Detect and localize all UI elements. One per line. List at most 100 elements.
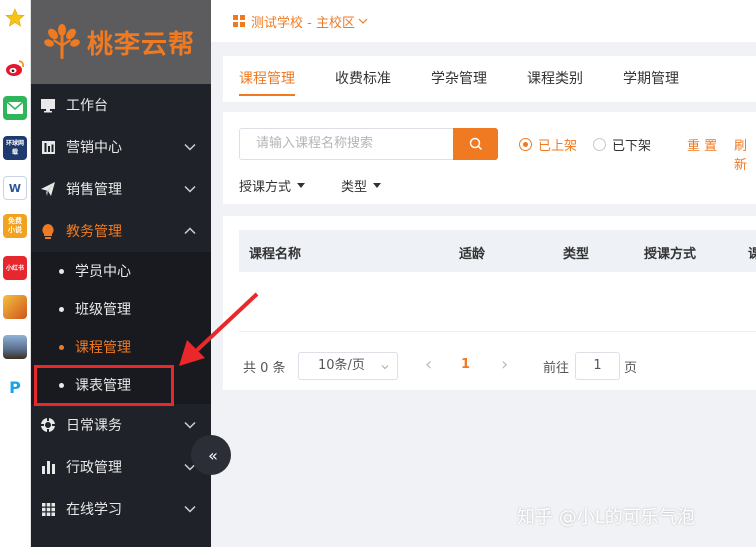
course-table: 课程名称 适龄 类型 授课方式 课 共 0 条 10条/页 ‹ 1 › 前往 1…: [223, 216, 756, 390]
chevron-up-icon: [184, 227, 196, 235]
tab-fee-standard[interactable]: 收费标准: [335, 56, 391, 96]
school-switcher[interactable]: 测试学校 - 主校区: [211, 0, 756, 42]
red-highlight-box: [34, 365, 174, 406]
table-header: 课程名称 适龄 类型 授课方式 课: [239, 230, 756, 272]
tab-course-management[interactable]: 课程管理: [239, 56, 295, 96]
brand-logo[interactable]: 桃李云帮: [31, 0, 211, 84]
dropdown-label: 类型: [341, 180, 368, 195]
game2-icon[interactable]: [3, 335, 27, 359]
sidebar-item-label: 营销中心: [66, 140, 122, 156]
sidebar-item-online-learning[interactable]: 在线学习: [31, 488, 211, 530]
bullet-dot: [59, 306, 64, 312]
radio-label: 已下架: [612, 139, 652, 154]
apps-grid-icon: [233, 15, 245, 27]
bullet-dot: [59, 268, 64, 274]
chevron-down-icon: [184, 421, 196, 429]
pagination: 共 0 条 10条/页 ‹ 1 › 前往 1 页: [223, 352, 756, 380]
sidebar-menu: 工作台 营销中心 销售管理 教务管理: [31, 84, 211, 252]
sidebar-item-admin[interactable]: 行政管理: [31, 446, 211, 488]
weibo-icon[interactable]: [3, 56, 27, 80]
watermark-text: 知乎 @小L的可乐气泡: [517, 507, 695, 528]
sidebar-item-sales[interactable]: 销售管理: [31, 168, 211, 210]
chevron-down-icon: [381, 365, 389, 370]
course-search-input[interactable]: 请输入课程名称搜索: [239, 128, 453, 160]
page-suffix: 页: [624, 361, 638, 376]
column-header[interactable]: 授课方式: [644, 243, 696, 262]
sidebar-item-label: 在线学习: [66, 502, 122, 518]
word-doc-label: W: [8, 181, 22, 195]
bookmark-strip: 环球网载 W 免费小说 小红书 P: [0, 0, 31, 547]
sidebar-subitem-students[interactable]: 学员中心: [31, 252, 211, 290]
radio-label: 已上架: [538, 139, 578, 154]
chevron-down-icon: [184, 505, 196, 513]
goto-page-input[interactable]: 1: [575, 352, 620, 380]
paper-plane-icon: [40, 181, 56, 197]
novel-icon[interactable]: 免费小说: [3, 214, 27, 238]
page-size-select[interactable]: 10条/页: [298, 352, 398, 380]
type-dropdown[interactable]: 类型: [341, 176, 382, 195]
globe-news-icon[interactable]: 环球网载: [3, 136, 27, 160]
sidebar-item-label: 行政管理: [66, 460, 122, 476]
lightbulb-icon: [40, 223, 56, 239]
search-icon: [469, 137, 482, 151]
teaching-mode-dropdown[interactable]: 授课方式: [239, 176, 306, 195]
p-app-icon[interactable]: P: [3, 375, 27, 399]
refresh-button[interactable]: 刷 新: [734, 135, 756, 173]
sidebar-subitem-label: 班级管理: [75, 302, 131, 318]
goto-label: 前往: [543, 361, 570, 376]
sidebar-item-marketing[interactable]: 营销中心: [31, 126, 211, 168]
word-doc-icon[interactable]: W: [3, 176, 27, 200]
reset-button[interactable]: 重 置: [687, 135, 717, 154]
column-header[interactable]: 课程名称: [249, 243, 301, 262]
chevron-down-icon: [184, 185, 196, 193]
bar-chart-icon: [40, 459, 56, 475]
chevron-down-icon: [358, 18, 368, 24]
tab-course-category[interactable]: 课程类别: [527, 56, 583, 96]
mail-icon[interactable]: [3, 96, 27, 120]
red-arrow-icon: [179, 292, 259, 366]
sidebar-item-daily-courses[interactable]: 日常课务: [31, 404, 211, 446]
search-button[interactable]: [453, 128, 498, 160]
sidebar-item-academic[interactable]: 教务管理: [31, 210, 211, 252]
sidebar-item-label: 销售管理: [66, 182, 122, 198]
column-header[interactable]: 类型: [563, 243, 589, 262]
bullet-dot: [59, 344, 64, 350]
empty-table-body: [239, 272, 756, 332]
tab-misc-fees[interactable]: 学杂管理: [431, 56, 487, 96]
filter-panel: 请输入课程名称搜索 已上架 已下架 重 置 刷 新 授课方式 类型: [223, 112, 756, 204]
lifebuoy-icon: [40, 417, 56, 433]
brand-name: 桃李云帮: [87, 29, 196, 60]
sidebar: 桃李云帮 工作台 营销中心 销售管理 教务管理 学员中心 班级管理 课程管理 课…: [31, 0, 211, 547]
column-header[interactable]: 适龄: [459, 243, 485, 262]
peach-tree-logo-icon: [44, 24, 80, 59]
sidebar-item-label: 教务管理: [66, 224, 122, 240]
sidebar-subitem-label: 学员中心: [75, 264, 131, 280]
sidebar-item-label: 工作台: [66, 98, 108, 114]
radio-circle: [593, 138, 606, 151]
star-icon[interactable]: [3, 6, 27, 30]
course-tabs: 课程管理 收费标准 学杂管理 课程类别 学期管理: [223, 56, 756, 102]
grid-icon: [40, 501, 56, 517]
dropdown-label: 授课方式: [239, 180, 292, 195]
xiaohongshu-icon[interactable]: 小红书: [3, 256, 27, 280]
page-size-value: 10条/页: [318, 358, 365, 373]
double-chevron-left-icon: «: [208, 445, 218, 465]
page-number-current[interactable]: 1: [461, 357, 470, 372]
radio-listed[interactable]: 已上架: [519, 135, 577, 154]
sidebar-item-workbench[interactable]: 工作台: [31, 84, 211, 126]
sidebar-menu-lower: 日常课务 行政管理 在线学习: [31, 404, 211, 530]
tab-term-management[interactable]: 学期管理: [623, 56, 679, 96]
radio-unlisted[interactable]: 已下架: [593, 135, 651, 154]
sidebar-subitem-label: 课程管理: [75, 340, 131, 356]
caret-down-icon: [297, 183, 306, 188]
next-page-button[interactable]: ›: [501, 354, 508, 375]
sidebar-collapse-button[interactable]: «: [191, 435, 231, 475]
globe-news-label: 环球网载: [5, 140, 24, 156]
game-icon[interactable]: [3, 295, 27, 319]
column-header[interactable]: 课: [748, 243, 756, 262]
novel-label: 免费小说: [8, 217, 22, 234]
chart-book-icon: [40, 139, 56, 155]
prev-page-button[interactable]: ‹: [425, 354, 432, 375]
radio-circle: [519, 138, 532, 151]
chevron-down-icon: [184, 143, 196, 151]
